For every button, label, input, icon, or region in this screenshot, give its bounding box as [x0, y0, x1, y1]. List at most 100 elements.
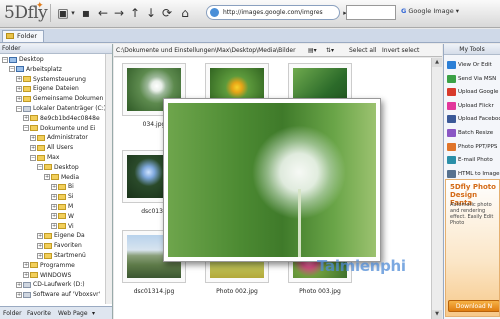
- download-button[interactable]: Download N: [448, 300, 499, 312]
- tree-item-label: Administrator: [47, 134, 88, 142]
- tree-item[interactable]: − Desktop: [37, 163, 79, 172]
- home-icon[interactable]: ⌂: [178, 6, 192, 20]
- tool-icon: [447, 101, 456, 110]
- tab-bottom-folder[interactable]: Folder: [3, 309, 22, 318]
- expand-icon[interactable]: +: [23, 272, 29, 279]
- tree-item[interactable]: + Systemsteuerung: [16, 75, 86, 84]
- tree-item[interactable]: − Lokaler Datenträger (C:): [16, 104, 106, 113]
- expand-icon[interactable]: +: [30, 134, 36, 141]
- save-icon[interactable]: ▪: [79, 6, 93, 20]
- scroll-down-icon[interactable]: ▼: [432, 310, 442, 319]
- expand-icon[interactable]: +: [16, 85, 22, 92]
- forward-icon[interactable]: →: [112, 6, 126, 20]
- expand-icon[interactable]: +: [51, 223, 57, 230]
- folder-icon: [23, 85, 31, 92]
- tab-bottom-web-page[interactable]: Web Page: [58, 309, 88, 318]
- down-icon[interactable]: ↓: [144, 6, 158, 20]
- expand-icon[interactable]: +: [23, 115, 29, 122]
- tree-item-label: Si: [68, 193, 74, 201]
- image-preview[interactable]: [163, 98, 381, 262]
- promo-banner[interactable]: 5Dfly Photo Design Fanta Automatic photo…: [445, 179, 500, 317]
- expand-icon[interactable]: +: [37, 232, 43, 239]
- expand-icon[interactable]: +: [51, 203, 57, 210]
- tree-item[interactable]: + Eigene Dateien: [16, 84, 79, 93]
- tree-item-label: CD-Laufwerk (D:): [33, 281, 85, 289]
- tree-item[interactable]: − Max: [30, 153, 59, 162]
- folder-icon: [58, 183, 66, 190]
- expand-icon[interactable]: +: [51, 193, 57, 200]
- tree-item[interactable]: + Media: [44, 173, 79, 182]
- expand-icon[interactable]: +: [44, 174, 50, 181]
- tool-icon: [447, 115, 456, 124]
- tree-item[interactable]: + Eigene Da: [37, 231, 85, 240]
- collapse-icon[interactable]: −: [16, 105, 22, 112]
- tree-item[interactable]: + Si: [51, 192, 73, 201]
- folder-panel-header: Folder: [0, 44, 112, 54]
- folder-icon: [44, 242, 52, 249]
- tree-item-label: Eigene Da: [54, 232, 85, 240]
- chevron-down-icon[interactable]: ▾: [92, 309, 95, 318]
- tree-item[interactable]: + CD-Laufwerk (D:): [16, 280, 85, 289]
- back-icon[interactable]: ←: [96, 6, 110, 20]
- search-input[interactable]: [346, 5, 396, 20]
- tree-item[interactable]: + Favoriten: [37, 241, 82, 250]
- tree-item[interactable]: − Arbeitsplatz: [9, 65, 62, 74]
- view-mode-icon[interactable]: ▤▾: [308, 44, 317, 57]
- preview-stem: [298, 189, 302, 257]
- tree-item[interactable]: − Desktop: [2, 55, 44, 64]
- scroll-up-icon[interactable]: ▲: [432, 58, 442, 67]
- folder-tree-scrollbar[interactable]: [105, 54, 112, 304]
- tree-item[interactable]: + Bi: [51, 182, 74, 191]
- google-icon: G: [401, 7, 407, 15]
- tree-item[interactable]: + Vi: [51, 222, 74, 231]
- up-icon[interactable]: ↑: [128, 6, 142, 20]
- expand-icon[interactable]: +: [51, 213, 57, 220]
- left-bottom-tabs: Folder Favorite Web Page ▾: [0, 306, 112, 319]
- collapse-icon[interactable]: −: [23, 125, 29, 132]
- tree-item[interactable]: + W: [51, 212, 74, 221]
- expand-icon[interactable]: +: [16, 76, 22, 83]
- collapse-icon[interactable]: −: [9, 66, 15, 73]
- expand-icon[interactable]: +: [23, 262, 29, 269]
- tab-folder[interactable]: Folder: [2, 30, 45, 42]
- tree-item[interactable]: + Administrator: [30, 133, 88, 142]
- folder-icon: [30, 272, 38, 279]
- tree-item[interactable]: + Startmenü: [37, 251, 86, 260]
- thumbnail-scrollbar[interactable]: ▲ ▼: [431, 58, 442, 319]
- tab-bottom-favorite[interactable]: Favorite: [27, 309, 51, 318]
- tree-item[interactable]: + Software auf 'Vboxsvr': [16, 290, 100, 299]
- expand-icon[interactable]: +: [16, 291, 22, 298]
- expand-icon[interactable]: +: [51, 183, 57, 190]
- expand-icon[interactable]: +: [16, 95, 22, 102]
- tree-item[interactable]: + All Users: [30, 143, 73, 152]
- tool-icon: [447, 74, 456, 83]
- tree-item[interactable]: + WINDOWS: [23, 271, 71, 280]
- watermark: Taimienphi: [317, 257, 406, 275]
- current-path[interactable]: C:\Dokumente und Einstellungen\Max\Deskt…: [116, 44, 296, 57]
- select-all-button[interactable]: Select all: [349, 44, 376, 57]
- refresh-icon[interactable]: ⟳: [160, 6, 174, 20]
- expand-icon[interactable]: +: [37, 252, 43, 259]
- tree-item-label: Max: [47, 154, 60, 161]
- tree-item[interactable]: − Dokumente und Ei: [23, 124, 95, 133]
- search-engine-select[interactable]: G Google Image ▾: [401, 7, 459, 15]
- sort-icon[interactable]: ⇅▾: [326, 44, 334, 57]
- address-bar[interactable]: http://images.google.com/imgres: [206, 5, 340, 20]
- tree-item[interactable]: + Programme: [23, 261, 75, 270]
- expand-icon[interactable]: +: [30, 144, 36, 151]
- chevron-down-icon[interactable]: ▾: [66, 6, 80, 20]
- folder-tree: − Desktop − Arbeitsplatz + Systemsteuerung + Ei…: [0, 54, 112, 304]
- collapse-icon[interactable]: −: [30, 154, 36, 161]
- collapse-icon[interactable]: −: [37, 164, 43, 171]
- invert-select-button[interactable]: Invert select: [382, 44, 419, 57]
- chevron-down-icon: ▾: [453, 7, 460, 15]
- tree-item-label: 8e9cb1bd4ec0848e: [40, 114, 100, 122]
- tree-item[interactable]: + M: [51, 202, 73, 211]
- expand-icon[interactable]: +: [37, 242, 43, 249]
- tree-item[interactable]: + Gemeinsame Dokumen: [16, 94, 103, 103]
- collapse-icon[interactable]: −: [2, 56, 8, 63]
- expand-icon[interactable]: +: [16, 281, 22, 288]
- folder-icon: [37, 154, 45, 161]
- tree-item[interactable]: +8e9cb1bd4ec0848e: [23, 114, 100, 123]
- tree-item-label: Lokaler Datenträger (C:): [33, 105, 107, 112]
